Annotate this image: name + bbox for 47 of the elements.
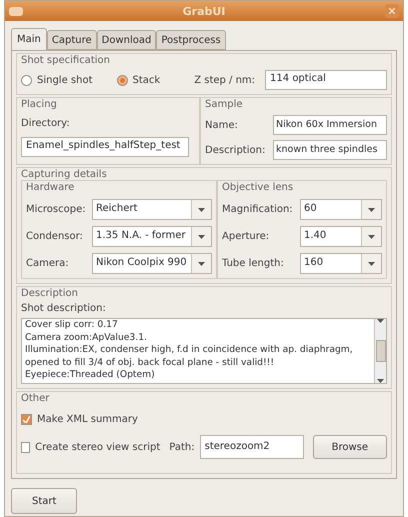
- radio-label: Single shot: [37, 74, 93, 86]
- group-title: Capturing details: [21, 169, 108, 180]
- field-label: Condensor:: [26, 231, 84, 242]
- input-field[interactable]: known three spindles: [273, 140, 387, 160]
- dropdown[interactable]: 60: [300, 199, 382, 220]
- dropdown[interactable]: Nikon Coolpix 990: [92, 253, 212, 274]
- dropdown[interactable]: 160: [300, 253, 382, 274]
- start-button[interactable]: Start: [11, 488, 78, 514]
- group-title: Objective lens: [222, 182, 294, 193]
- text-line: opened to fill 3/4 of obj. back focal plane - still valid!!!: [25, 356, 276, 369]
- text-line: Camera zoom:ApValue3.1.: [25, 332, 148, 344]
- field-label: Z step / nm:: [194, 74, 256, 86]
- field-label: Path:: [169, 442, 195, 452]
- dropdown[interactable]: 1.35 N.A. - former: [92, 226, 212, 247]
- checkbox-label: Make XML summary: [37, 414, 138, 425]
- group-title: Hardware: [26, 182, 76, 193]
- field-label: Magnification:: [222, 204, 294, 215]
- field-label: Camera:: [26, 258, 70, 269]
- field-label: Shot description:: [21, 303, 107, 314]
- input-field[interactable]: Enamel_spindles_halfStep_test: [21, 137, 189, 157]
- group-title: Shot specification: [21, 55, 111, 66]
- tab[interactable]: Main: [11, 28, 47, 50]
- group-title: Placing: [21, 99, 58, 110]
- text-line: Cover slip corr: 0.17: [25, 319, 119, 332]
- field-label: Tube length:: [222, 258, 285, 269]
- text-line: Eyepiece:Threaded (Optem): [25, 369, 156, 382]
- radio-label: Stack: [132, 74, 160, 86]
- window-title: GrabUI: [182, 4, 226, 18]
- text-line: Illumination:EX, condenser high, f.d in coincidence with ap. diaphragm,: [25, 344, 354, 356]
- field-label: Microscope:: [26, 204, 86, 215]
- field-label: Directory:: [21, 118, 71, 129]
- browse-button[interactable]: Browse: [312, 435, 387, 459]
- dropdown[interactable]: Reichert: [92, 199, 212, 220]
- checkbox-label: Create stereo view script: [35, 442, 160, 452]
- input-field[interactable]: stereozoom2: [200, 435, 304, 459]
- field-label: Name:: [205, 120, 239, 130]
- input-field[interactable]: Nikon 60x Immersion: [273, 115, 387, 135]
- input-field[interactable]: 114 optical: [265, 70, 387, 90]
- dropdown[interactable]: 1.40: [300, 226, 382, 247]
- group-title: Other: [21, 393, 50, 404]
- tab[interactable]: Download: [96, 30, 156, 50]
- field-label: Aperture:: [222, 231, 270, 242]
- group-title: Description: [21, 288, 79, 299]
- tab[interactable]: Capture: [46, 30, 97, 50]
- tab[interactable]: Postprocess: [156, 30, 226, 50]
- group-title: Sample: [205, 99, 244, 110]
- field-label: Description:: [205, 144, 266, 156]
